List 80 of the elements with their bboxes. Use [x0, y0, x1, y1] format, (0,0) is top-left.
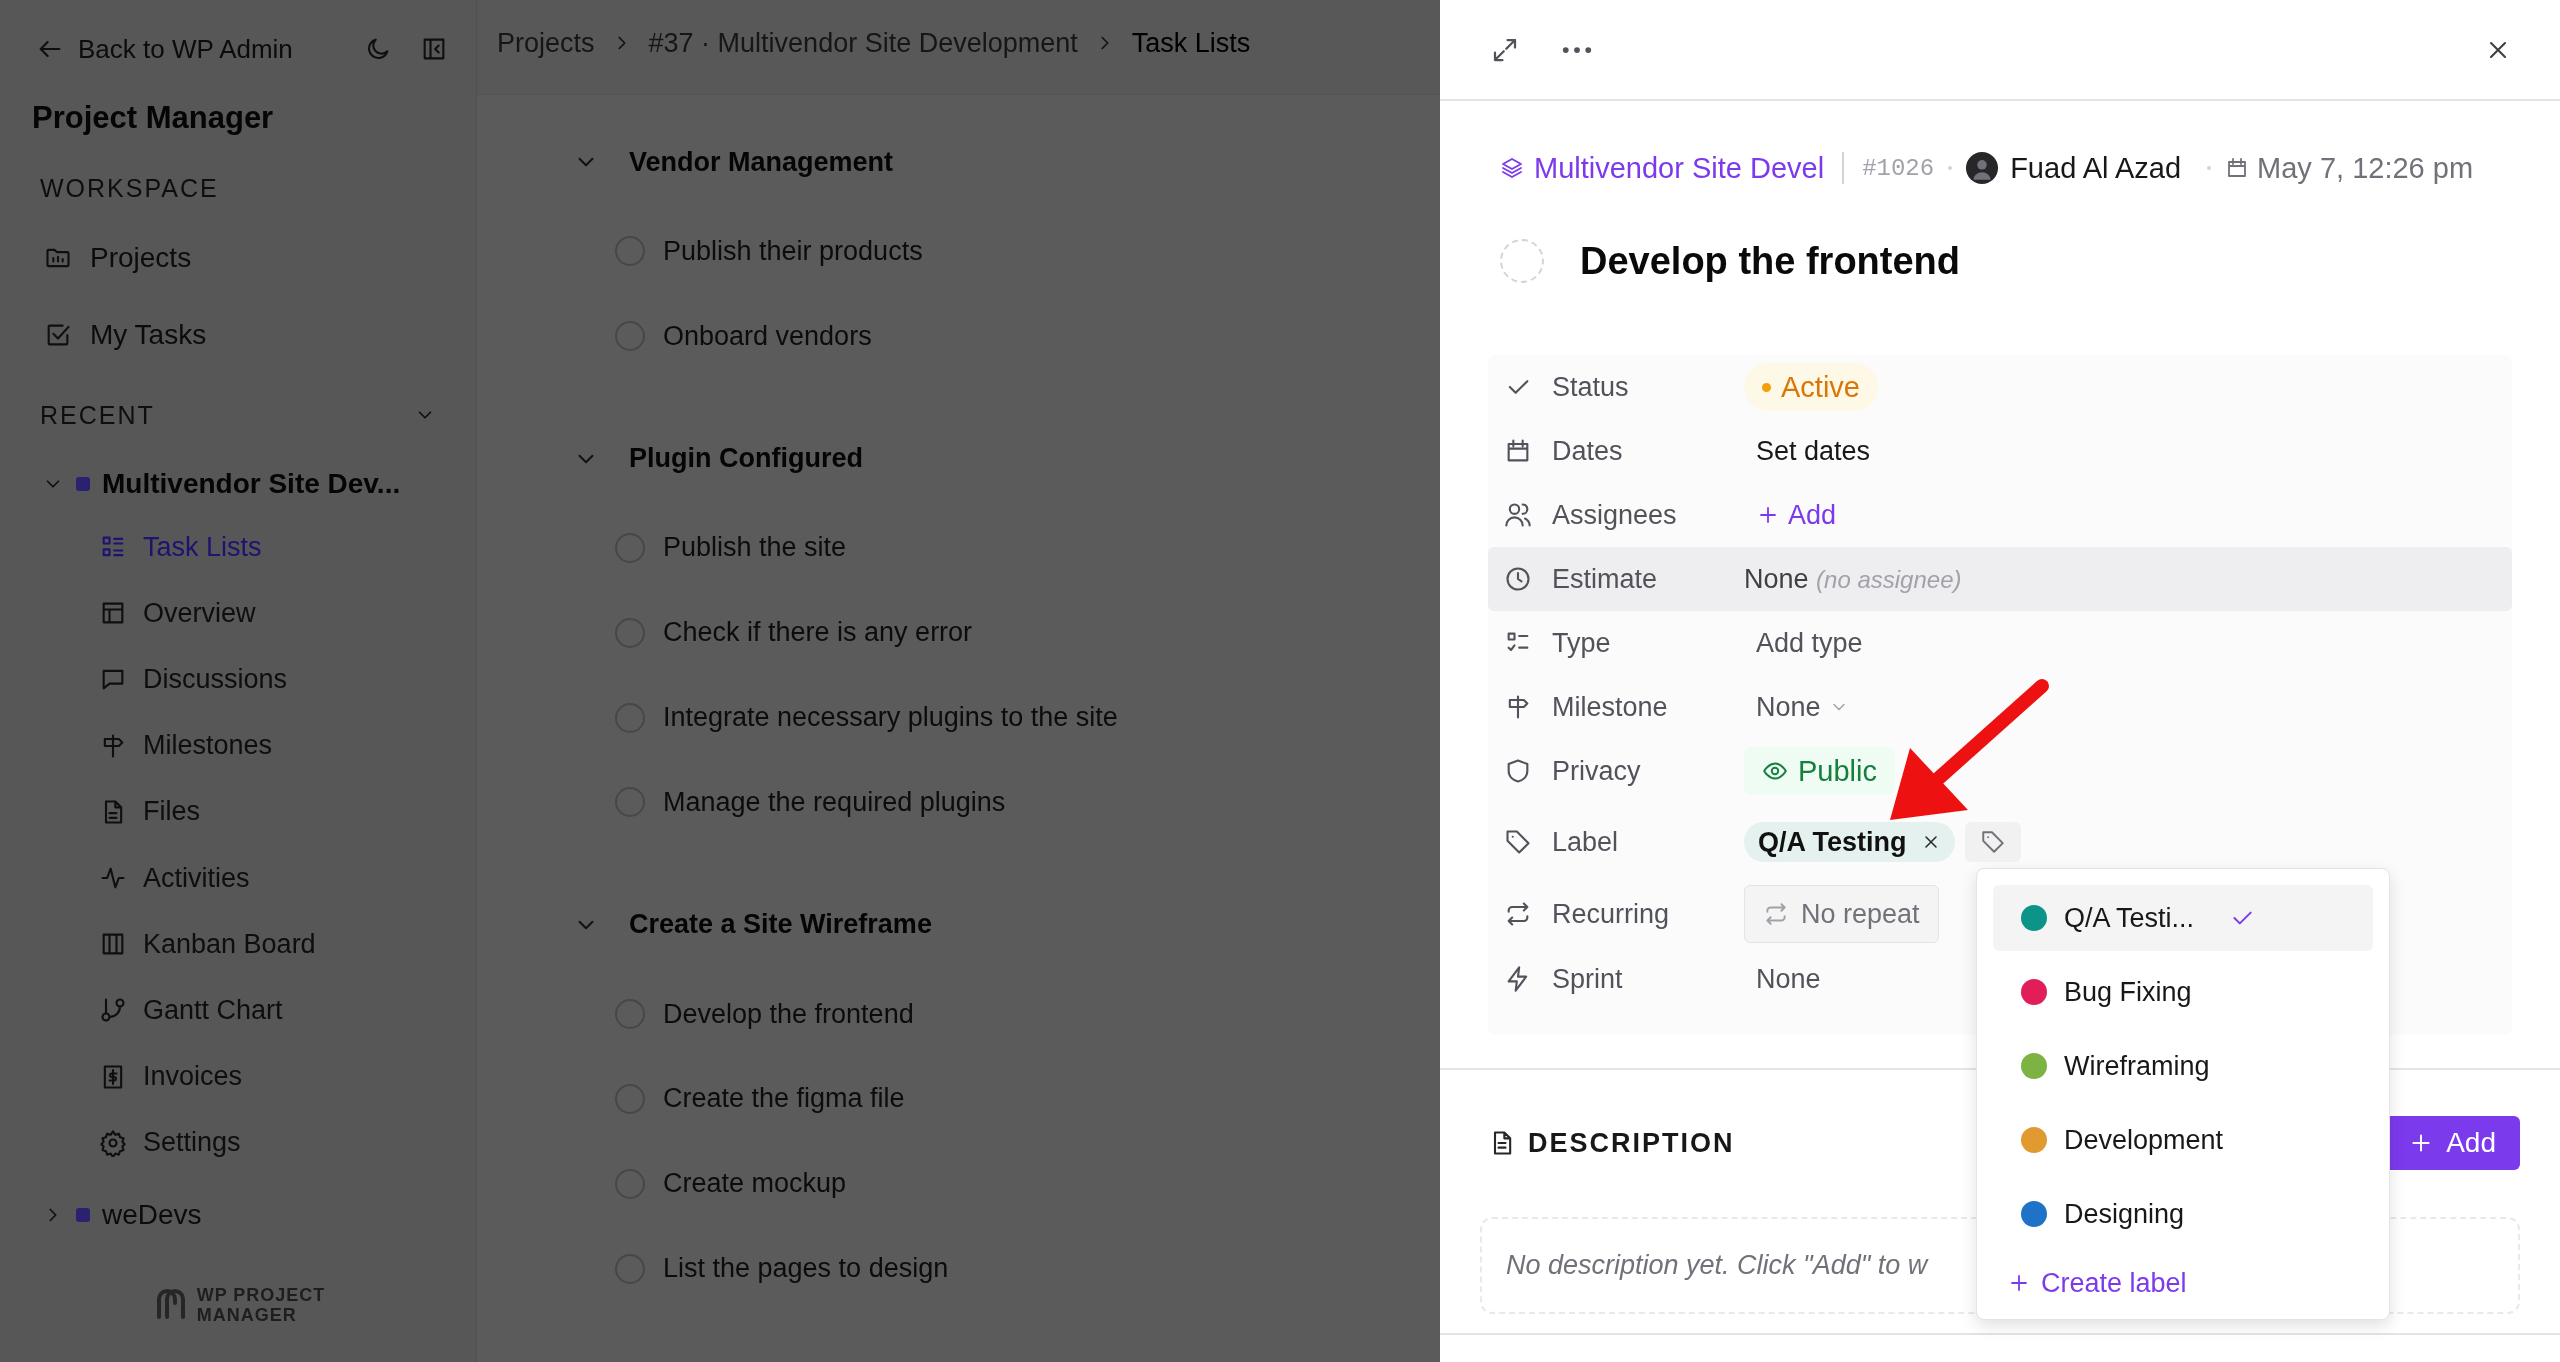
sidebar-item[interactable]: Settings	[0, 1109, 476, 1176]
repeat-icon	[1763, 901, 1789, 927]
task-title[interactable]: Publish the site	[663, 532, 847, 564]
clock-icon	[1504, 565, 1532, 593]
sidebar-item[interactable]: Activities	[0, 844, 476, 912]
property-label: Status	[1552, 371, 1630, 403]
task-list-title: Create a Site Wireframe	[629, 909, 932, 941]
breadcrumb-item[interactable]: Task Lists	[1131, 27, 1251, 59]
created-date: May 7, 12:26 pm	[2257, 151, 2474, 185]
property-label: Assignees	[1552, 499, 1678, 531]
property-label: Recurring	[1552, 898, 1671, 930]
property-label: Type	[1552, 627, 1612, 659]
logo-text: WP PROJECT	[196, 1284, 326, 1305]
task-list-title: Vendor Management	[629, 146, 894, 178]
property-label: Milestone	[1552, 691, 1669, 723]
add-link[interactable]: Add	[1744, 499, 1837, 531]
project-name[interactable]: Multivendor Site Dev...	[102, 468, 401, 500]
sidebar-item[interactable]: My Tasks	[0, 296, 476, 373]
property-label: Privacy	[1552, 755, 1642, 787]
status-badge[interactable]: Active	[1744, 363, 1878, 411]
breadcrumb-item[interactable]: #37 · Multivendor Site Development	[648, 27, 1078, 59]
sidebar-item[interactable]: Milestones	[0, 712, 476, 779]
app-title: Project Manager	[32, 99, 275, 137]
property-value[interactable]: Set dates	[1744, 435, 1871, 467]
label-name: Q/A Testing	[1758, 826, 1907, 858]
section-heading: DESCRIPTION	[1528, 1127, 1735, 1159]
property-label: Estimate	[1552, 563, 1659, 595]
settings-icon	[99, 1128, 127, 1157]
task-title[interactable]: Manage the required plugins	[663, 786, 1006, 818]
task-title[interactable]: Publish their products	[663, 235, 923, 267]
privacy-badge[interactable]: Public	[1744, 747, 1895, 795]
task-title[interactable]: Develop the frontend	[663, 998, 914, 1030]
property-value[interactable]: None (no assignee)	[1744, 563, 1962, 595]
property-label: Sprint	[1552, 963, 1624, 995]
create-label-link[interactable]: Create label	[1993, 1255, 2373, 1311]
back-link[interactable]: Back to WP Admin	[78, 33, 293, 65]
menu-item[interactable]: Designing	[1993, 1181, 2373, 1247]
task-title[interactable]: Onboard vendors	[663, 320, 872, 352]
menu-item[interactable]: Bug Fixing	[1993, 959, 2373, 1025]
tag-icon	[1504, 828, 1532, 856]
users-icon	[1504, 501, 1532, 529]
property-row-highlight[interactable]: Estimate None (no assignee)	[1488, 547, 2512, 611]
placeholder-text: No description yet. Click "Add" to w	[1506, 1250, 1928, 1281]
task-list-title: Plugin Configured	[629, 443, 863, 475]
sidebar-item[interactable]: Kanban Board	[0, 911, 476, 978]
task-title[interactable]: Create mockup	[663, 1168, 847, 1200]
add-label-button[interactable]	[1964, 822, 2021, 862]
menu-item[interactable]: Development	[1993, 1107, 2373, 1173]
sidebar-item[interactable]: Files	[0, 778, 476, 845]
layers-icon	[1500, 156, 1524, 180]
property-label: Label	[1552, 826, 1620, 858]
menu-item[interactable]: Q/A Testi...	[1993, 885, 2373, 951]
task-title[interactable]: Integrate necessary plugins to the site	[663, 702, 1118, 734]
repeat-button[interactable]: No repeat	[1744, 885, 1939, 943]
milestone-dropdown[interactable]: None	[1744, 691, 1849, 723]
section-heading: RECENT	[40, 400, 155, 431]
menu-item[interactable]: Wireframing	[1993, 1033, 2373, 1099]
sidebar-item[interactable]: Overview	[0, 580, 476, 647]
sidebar-item[interactable]: Invoices	[0, 1043, 476, 1110]
sidebar-item[interactable]: Projects	[0, 219, 476, 296]
task-title[interactable]: List the pages to design	[663, 1253, 949, 1285]
property-value[interactable]: Add type	[1744, 627, 1863, 659]
breadcrumb-item[interactable]: Projects	[497, 27, 595, 59]
sidebar-item[interactable]: Task Lists	[0, 514, 476, 581]
task-title[interactable]: Check if there is any error	[663, 617, 973, 649]
sidebar-item[interactable]: Gantt Chart	[0, 977, 476, 1044]
task-title: Develop the frontend	[1580, 239, 1961, 283]
project-name[interactable]: weDevs	[102, 1198, 202, 1231]
avatar	[1966, 152, 1999, 184]
property-label: Dates	[1552, 435, 1624, 467]
task-title[interactable]: Create the figma file	[663, 1083, 905, 1115]
tag-icon	[1979, 829, 2006, 855]
logo-text: MANAGER	[196, 1304, 298, 1325]
property-value[interactable]: None	[1744, 963, 1821, 995]
label-chip[interactable]: Q/A Testing	[1744, 822, 1955, 862]
section-heading: WORKSPACE	[40, 173, 220, 204]
assignee-name: Fuad Al Azad	[2010, 151, 2182, 185]
sidebar-item[interactable]: Discussions	[0, 646, 476, 713]
project-link[interactable]: Multivendor Site Devel	[1534, 151, 1825, 185]
task-number: #1026	[1862, 154, 1935, 182]
